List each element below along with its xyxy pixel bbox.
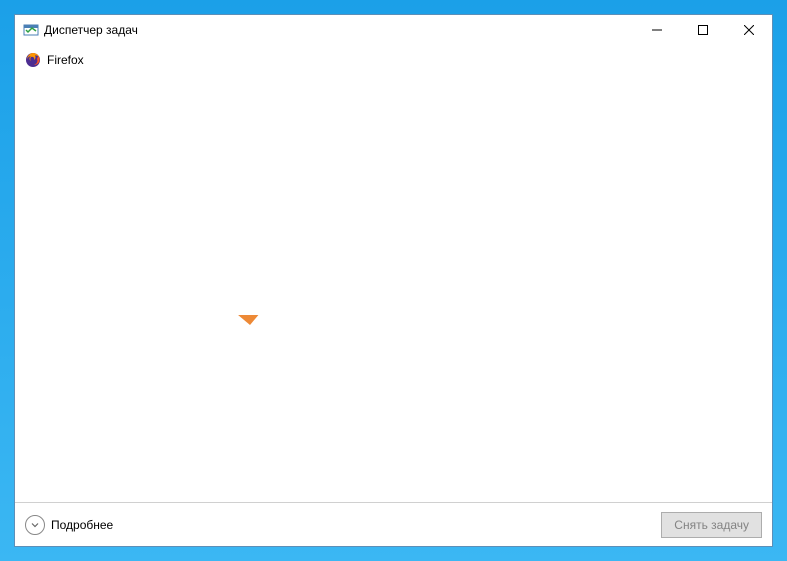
window-title: Диспетчер задач [44, 23, 634, 37]
footer: Подробнее Снять задачу [15, 502, 772, 546]
task-name: Firefox [47, 53, 84, 67]
chevron-down-icon [25, 515, 45, 535]
more-details-label: Подробнее [51, 518, 113, 532]
task-manager-icon [23, 22, 39, 38]
end-task-button[interactable]: Снять задачу [661, 512, 762, 538]
titlebar[interactable]: Диспетчер задач [15, 15, 772, 45]
task-manager-window: Диспетчер задач [14, 14, 773, 547]
task-row[interactable]: Firefox [23, 49, 764, 71]
more-details-button[interactable]: Подробнее [25, 515, 113, 535]
firefox-icon [25, 52, 41, 68]
task-list: Firefox [15, 45, 772, 502]
minimize-button[interactable] [634, 15, 680, 45]
window-controls [634, 15, 772, 45]
close-button[interactable] [726, 15, 772, 45]
maximize-button[interactable] [680, 15, 726, 45]
